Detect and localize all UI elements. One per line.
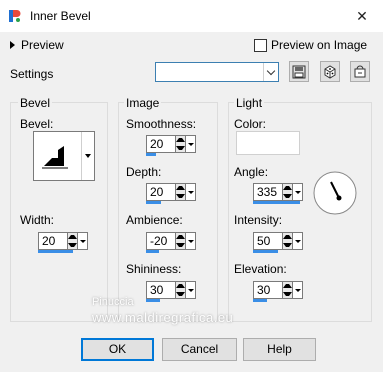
checkbox-box[interactable] [254, 38, 267, 52]
randomize-icon [324, 64, 336, 79]
bevel-label: Bevel: [20, 117, 54, 131]
preview-label: Preview [21, 38, 64, 52]
help-button[interactable]: Help [243, 338, 316, 361]
intensity-slider-bar[interactable] [253, 250, 278, 253]
window-title: Inner Bevel [30, 9, 91, 23]
depth-stepper[interactable]: 20 [146, 183, 196, 201]
settings-dropdown[interactable] [155, 62, 279, 82]
elevation-label: Elevation: [234, 262, 287, 276]
shininess-label: Shininess: [126, 262, 182, 276]
intensity-stepper[interactable]: 50 [253, 232, 303, 250]
intensity-spin-arrows[interactable] [283, 232, 293, 250]
width-slider-bar[interactable] [38, 250, 73, 253]
elevation-stepper[interactable]: 30 [253, 281, 303, 299]
ambience-spin-arrows[interactable] [176, 232, 186, 250]
depth-input[interactable]: 20 [146, 183, 176, 201]
depth-slider-bar[interactable] [146, 201, 161, 204]
smoothness-stepper[interactable]: 20 [146, 135, 196, 153]
smoothness-slider-bar[interactable] [146, 153, 156, 156]
intensity-dropdown-button[interactable] [293, 232, 303, 250]
watermark-site: www.maldiregrafica.eu [92, 310, 234, 325]
settings-label: Settings [10, 67, 54, 81]
expand-arrow-icon [10, 41, 15, 49]
angle-spin-arrows[interactable] [283, 183, 293, 201]
close-icon[interactable]: ✕ [350, 4, 374, 28]
angle-slider-bar[interactable] [253, 201, 300, 204]
reset-button[interactable] [350, 61, 370, 82]
ambience-stepper[interactable]: -20 [146, 232, 196, 250]
depth-dropdown-button[interactable] [186, 183, 196, 201]
width-dropdown-button[interactable] [78, 232, 88, 250]
preview-on-image-label: Preview on Image [271, 38, 368, 52]
angle-dropdown-button[interactable] [293, 183, 303, 201]
smoothness-dropdown-button[interactable] [186, 135, 196, 153]
elevation-input[interactable]: 30 [253, 281, 283, 299]
width-stepper[interactable]: 20 [38, 232, 88, 250]
ambience-slider-bar[interactable] [146, 250, 159, 253]
angle-label: Angle: [234, 165, 269, 179]
smoothness-spin-arrows[interactable] [176, 135, 186, 153]
preview-toggle[interactable]: Preview [10, 38, 64, 52]
elevation-spin-arrows[interactable] [283, 281, 293, 299]
intensity-label: Intensity: [234, 213, 283, 227]
preview-on-image-checkbox[interactable]: Preview on Image [254, 38, 367, 52]
angle-stepper[interactable]: 335 [253, 183, 303, 201]
image-group-label: Image [124, 96, 162, 110]
bevel-group-label: Bevel [18, 96, 53, 110]
elevation-dropdown-button[interactable] [293, 281, 303, 299]
ambience-input[interactable]: -20 [146, 232, 176, 250]
shininess-spin-arrows[interactable] [176, 281, 186, 299]
save-icon [292, 65, 306, 78]
smoothness-input[interactable]: 20 [146, 135, 176, 153]
chevron-down-icon[interactable] [263, 63, 278, 81]
elevation-slider-bar[interactable] [253, 299, 267, 302]
shininess-stepper[interactable]: 30 [146, 281, 196, 299]
depth-spin-arrows[interactable] [176, 183, 186, 201]
reset-icon [354, 65, 366, 77]
width-input[interactable]: 20 [38, 232, 68, 250]
randomize-button[interactable] [320, 61, 340, 82]
smoothness-label: Smoothness: [126, 117, 197, 131]
bevel-shape-icon [42, 146, 68, 169]
angle-dial[interactable] [312, 170, 358, 216]
ambience-dropdown-button[interactable] [186, 232, 196, 250]
color-label: Color: [234, 117, 267, 131]
cancel-button[interactable]: Cancel [162, 338, 237, 361]
save-preset-button[interactable] [289, 61, 309, 82]
app-icon [8, 9, 22, 23]
width-spin-arrows[interactable] [68, 232, 78, 250]
chevron-down-icon[interactable] [81, 132, 94, 180]
intensity-input[interactable]: 50 [253, 232, 283, 250]
width-label: Width: [20, 213, 55, 227]
angle-input[interactable]: 335 [253, 183, 283, 201]
light-color-swatch[interactable] [236, 131, 300, 155]
ok-button[interactable]: OK [81, 338, 154, 361]
bevel-shape-dropdown[interactable] [33, 131, 95, 181]
shininess-slider-bar[interactable] [146, 299, 160, 302]
shininess-dropdown-button[interactable] [186, 281, 196, 299]
shininess-input[interactable]: 30 [146, 281, 176, 299]
depth-label: Depth: [126, 165, 162, 179]
ambience-label: Ambience: [126, 213, 183, 227]
watermark-name: Pinuccia [92, 296, 134, 308]
light-group-label: Light [234, 96, 265, 110]
